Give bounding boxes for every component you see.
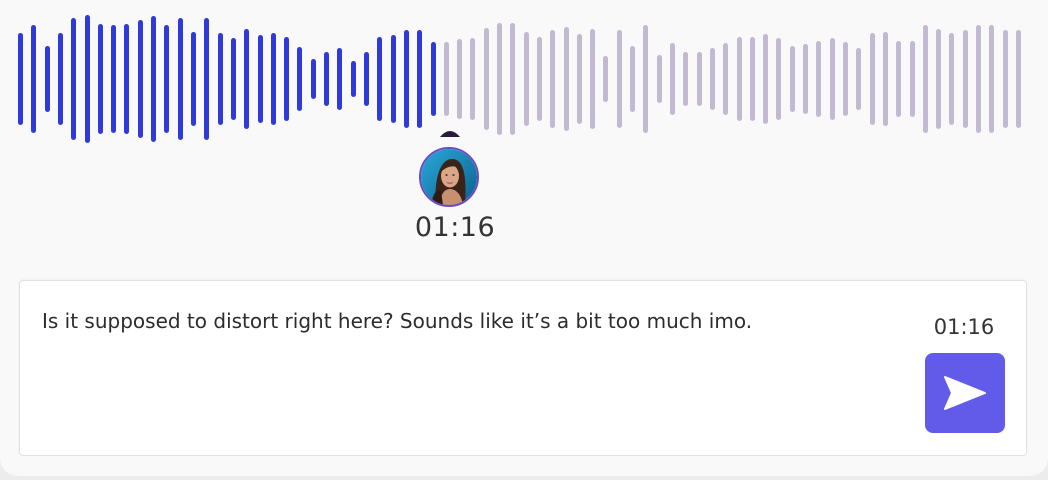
waveform-bar [164,25,170,133]
waveform-bar [284,36,290,122]
comment-timestamp: 01:16 [933,315,995,339]
waveform-bar [922,25,928,133]
waveform-bar [763,34,769,124]
waveform-bar [350,61,356,97]
waveform-bar [736,36,742,122]
waveform-bar [1016,30,1021,128]
waveform-bar [18,32,23,126]
waveform-bar [111,25,117,133]
waveform-bar [683,52,689,106]
waveform-bar [457,39,463,119]
send-button[interactable] [925,353,1005,433]
waveform-bar [630,45,636,113]
comment-composer[interactable]: Is it supposed to distort right here? So… [19,280,1027,456]
waveform-bar [363,52,369,106]
waveform-bar [97,23,103,135]
waveform-bar [417,30,423,128]
waveform-bar [603,55,609,103]
waveform-bar [962,30,968,128]
waveform-bar [563,26,569,132]
waveform-bar [31,25,37,133]
waveform-bar [483,27,489,131]
waveform-bar [550,30,556,128]
waveform-bar [217,32,223,126]
waveform-bar [1002,30,1008,128]
waveform-bar [696,52,702,106]
waveform-bar [656,54,662,104]
waveform-bar [84,15,90,143]
waveform-bar [310,58,316,100]
waveform-bar [869,32,875,126]
audio-waveform[interactable] [0,0,1048,150]
waveform-bar [257,35,263,123]
waveform-bar [430,41,436,117]
waveform-bar [936,29,942,129]
waveform-bar [989,25,995,133]
waveform-bar [204,17,210,141]
waveform-bar [536,36,542,122]
waveform-bar [803,44,809,114]
waveform-bar [576,34,582,124]
audio-comment-panel: 01:16 Is it supposed to distort right he… [0,0,1048,476]
waveform-bar [230,38,236,120]
waveform-bar [137,20,143,138]
waveform-bar [337,48,343,110]
waveform-bar [44,45,50,113]
waveform-bar [443,41,449,117]
waveform-bar [124,23,130,135]
waveform-bar [497,22,503,136]
waveform-bar [749,36,755,122]
waveform-bar [297,47,303,111]
waveform-bar [510,22,516,136]
waveform-bar [523,31,529,127]
waveform-bar [976,25,982,133]
send-arrow-icon [944,376,986,410]
waveform-bar [856,48,862,110]
waveform-bar [789,45,795,113]
waveform-bar [616,30,622,128]
waveform-bar [470,38,476,120]
waveform-bar [723,43,729,115]
waveform-bar [896,40,902,118]
waveform-bar [590,29,596,129]
waveform-bar [324,52,330,106]
waveform-bar [270,32,276,126]
waveform-bar [882,31,888,127]
waveform-bar [403,30,409,128]
comment-text-field[interactable]: Is it supposed to distort right here? So… [42,307,902,335]
caret-up-icon [440,131,460,137]
waveform-bar [949,32,955,126]
waveform-bar [776,38,782,120]
waveform-bar [390,35,396,123]
waveform-bar [670,43,676,115]
waveform-bar [190,31,196,127]
waveform-bar [829,38,835,120]
avatar-portrait-icon [421,149,477,205]
playhead-timestamp: 01:16 [414,212,496,243]
waveform-bar [643,25,649,133]
waveform-bar [909,40,915,118]
waveform-bar [177,17,183,141]
waveform-bar [71,17,77,141]
user-avatar[interactable] [419,147,479,207]
waveform-bar [816,40,822,118]
waveform-bar [377,36,383,122]
waveform-bar [709,48,715,110]
waveform-bar [843,41,848,117]
waveform-bar [151,16,157,142]
waveform-bar [57,32,63,126]
waveform-bar [244,29,250,129]
